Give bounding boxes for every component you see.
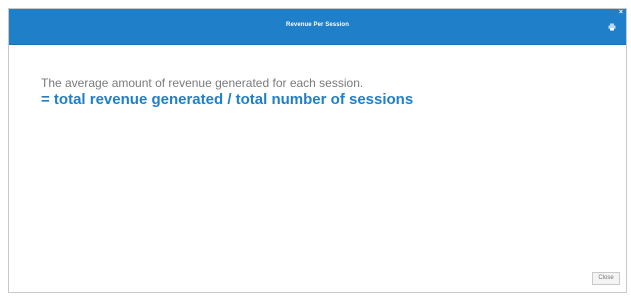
metric-description: The average amount of revenue generated … bbox=[41, 76, 364, 90]
close-button[interactable]: Close bbox=[592, 272, 620, 285]
close-icon[interactable]: × bbox=[619, 8, 623, 17]
dialog-content: The average amount of revenue generated … bbox=[41, 76, 413, 109]
dialog-title: Revenue Per Session bbox=[286, 22, 349, 28]
metric-formula: = total revenue generated / total number… bbox=[41, 91, 414, 108]
print-icon[interactable] bbox=[608, 23, 616, 31]
revenue-per-session-dialog: Revenue Per Session × The average amount… bbox=[8, 8, 627, 293]
dialog-title-bar: Revenue Per Session × bbox=[9, 9, 626, 45]
